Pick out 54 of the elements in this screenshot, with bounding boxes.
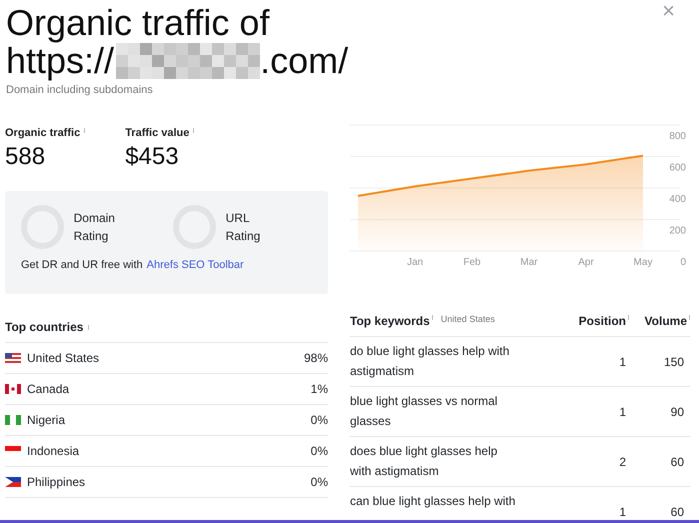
country-share: 0% (310, 475, 328, 489)
metric-value: 588 (5, 143, 46, 171)
page-title: .com/ (260, 42, 348, 80)
country-share: 98% (304, 351, 328, 365)
country-name: Nigeria (27, 413, 66, 427)
table-title: Top keywords (350, 314, 430, 328)
keyword-text: do blue light glasses help with astigmatism (350, 343, 510, 380)
country-share: 1% (310, 382, 328, 396)
country-name: United States (27, 351, 100, 365)
y-axis-label: 400 (669, 194, 686, 205)
country-name: Canada (27, 382, 70, 396)
metric-label: Traffic value (125, 127, 190, 139)
column-header: Position (578, 314, 626, 328)
position-value: 1 (618, 354, 627, 368)
volume-value: 60 (670, 454, 685, 468)
metric-value: $453 (125, 143, 180, 171)
y-axis-label: 800 (669, 131, 686, 142)
us-flag-icon (5, 353, 21, 363)
keyword-text: can blue light glasses help with (350, 493, 516, 510)
toolbar-link[interactable]: Ahrefs SEO Toolbar (146, 259, 244, 271)
volume-value: 150 (662, 354, 685, 368)
x-axis-label: Apr (578, 257, 594, 268)
volume-value: 60 (670, 504, 685, 518)
keyword-text: does blue light glasses help with astigmatism (350, 443, 498, 480)
rating-label: URL Rating (226, 210, 262, 245)
position-value: 2 (618, 454, 627, 468)
rating-label: Domain Rating (74, 210, 116, 245)
x-axis-label: Feb (463, 257, 481, 268)
position-value: 1 (618, 404, 627, 418)
subtitle: Domain including subdomains (6, 84, 153, 96)
y-axis-label: 600 (669, 162, 686, 174)
x-axis-label: May (634, 257, 652, 268)
y-axis-label: 200 (669, 226, 686, 236)
country-label: United States (440, 314, 495, 324)
country-name: Philippines (27, 475, 86, 489)
x-axis-label: Mar (520, 257, 538, 268)
volume-value: 90 (670, 404, 685, 418)
country-name: Indonesia (27, 444, 80, 458)
y-axis-label: 0 (680, 257, 686, 268)
table-title: Top countries (5, 320, 84, 334)
column-header: Volume (644, 314, 687, 328)
page-title: https:// (6, 42, 114, 80)
metric-label: Organic traffic (5, 127, 80, 139)
close-button[interactable]: × (658, 0, 679, 22)
page-title: Organic traffic of (6, 4, 270, 42)
position-value: 1 (618, 504, 627, 518)
country-share: 0% (310, 444, 328, 458)
philippines-flag-icon (5, 477, 21, 487)
canada-flag-icon (5, 384, 21, 394)
nigeria-flag-icon (5, 415, 21, 425)
x-axis-label: Jan (406, 257, 424, 268)
country-share: 0% (310, 413, 328, 427)
keyword-text: blue light glasses vs normal glasses (350, 393, 498, 430)
promo-text: Get DR and UR free with (21, 259, 143, 271)
